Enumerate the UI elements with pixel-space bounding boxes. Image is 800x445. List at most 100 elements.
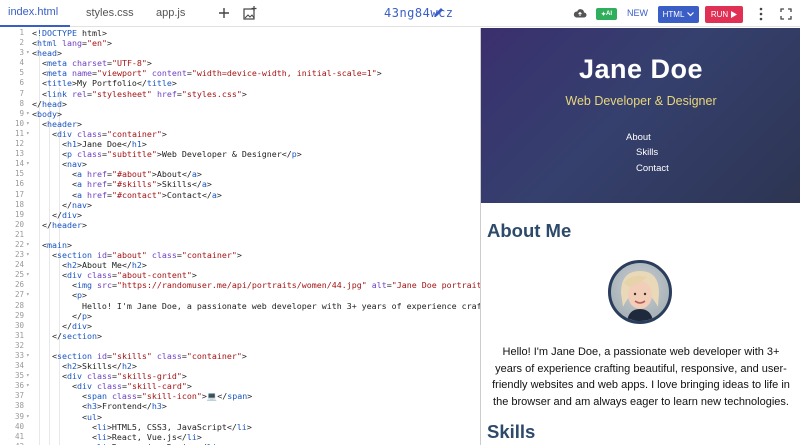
code-line[interactable]: 16 <a href="#skills">Skills</a> — [0, 179, 480, 189]
code-line[interactable]: 4 <meta charset="UTF-8"> — [0, 58, 480, 68]
code-text: <div class="about-content"> — [32, 270, 197, 281]
play-icon — [731, 11, 738, 18]
more-options-icon[interactable] — [758, 7, 764, 21]
code-line[interactable]: 34 <h2>Skills</h2> — [0, 361, 480, 371]
code-line[interactable]: 24 <h2>About Me</h2> — [0, 260, 480, 270]
nav-link-about[interactable]: About — [626, 132, 651, 143]
code-line[interactable]: 21 — [0, 230, 480, 240]
code-line[interactable]: 6 <title>My Portfolio</title> — [0, 78, 480, 88]
fold-toggle-icon[interactable]: ▾ — [26, 412, 30, 422]
code-line[interactable]: 31 </section> — [0, 331, 480, 341]
line-number: 7 — [19, 88, 24, 98]
new-button[interactable]: NEW — [627, 8, 648, 18]
fold-toggle-icon[interactable]: ▾ — [26, 381, 30, 391]
code-line[interactable]: 41 <li>React, Vue.js</li> — [0, 432, 480, 442]
code-line[interactable]: 14 ▾ <nav> — [0, 159, 480, 169]
language-select[interactable]: HTML — [658, 6, 699, 23]
code-editor[interactable]: 1 <!DOCTYPE html> 2 <html lang="en"> 3 ▾ <head… — [0, 28, 480, 445]
ai-button[interactable]: ✦ AI — [596, 8, 617, 20]
code-line[interactable]: 25 ▾ <div class="about-content"> — [0, 270, 480, 280]
code-line[interactable]: 36 ▾ <div class="skill-card"> — [0, 381, 480, 391]
line-number: 20 — [14, 219, 24, 229]
code-line[interactable]: 13 <p class="subtitle">Web Developer & D… — [0, 149, 480, 159]
add-image-button[interactable] — [238, 1, 262, 25]
code-line[interactable]: 28 Hello! I'm Jane Doe, a passionate web… — [0, 301, 480, 311]
pencil-icon[interactable] — [432, 5, 446, 19]
code-line[interactable]: 22 ▾ <main> — [0, 240, 480, 250]
code-line[interactable]: 38 <h3>Frontend</h3> — [0, 401, 480, 411]
line-number: 31 — [14, 330, 24, 340]
line-number: 33 — [14, 351, 24, 360]
code-line[interactable]: 10 ▾ <header> — [0, 119, 480, 129]
code-line[interactable]: 5 <meta name="viewport" content="width=d… — [0, 68, 480, 78]
fold-toggle-icon[interactable]: ▾ — [26, 109, 30, 119]
line-number: 22 — [14, 239, 24, 249]
code-line[interactable]: 3 ▾ <head> — [0, 48, 480, 58]
code-line[interactable]: 39 ▾ <ul> — [0, 412, 480, 422]
line-number: 16 — [14, 179, 24, 189]
fold-toggle-icon[interactable]: ▾ — [26, 290, 30, 300]
code-line[interactable]: 20 </header> — [0, 220, 480, 230]
code-line[interactable]: 1 <!DOCTYPE html> — [0, 28, 480, 38]
code-line[interactable]: 12 <h1>Jane Doe</h1> — [0, 139, 480, 149]
line-number: 41 — [14, 431, 24, 441]
fold-toggle-icon[interactable]: ▾ — [26, 250, 30, 260]
run-label: RUN — [710, 10, 729, 19]
line-number: 26 — [14, 280, 24, 290]
fold-toggle-icon[interactable]: ▾ — [26, 240, 30, 250]
nav-link-skills[interactable]: Skills — [636, 147, 658, 158]
code-line[interactable]: 26 <img src="https://randomuser.me/api/p… — [0, 280, 480, 290]
code-text: </head> — [32, 98, 67, 109]
code-line[interactable]: 17 <a href="#contact">Contact</a> — [0, 190, 480, 200]
code-line[interactable]: 33 ▾ <section id="skills" class="containe… — [0, 351, 480, 361]
code-line[interactable]: 37 <span class="skill-icon">💻</span> — [0, 391, 480, 401]
fold-toggle-icon[interactable]: ▾ — [26, 159, 30, 169]
code-text: </p> — [32, 310, 92, 321]
line-number: 25 — [14, 270, 24, 280]
fold-toggle-icon[interactable]: ▾ — [26, 129, 30, 139]
line-number: 36 — [14, 381, 24, 391]
code-line[interactable]: 8 </head> — [0, 99, 480, 109]
language-label: HTML — [662, 10, 685, 19]
fold-toggle-icon[interactable]: ▾ — [26, 371, 30, 381]
code-line[interactable]: 40 <li>HTML5, CSS3, JavaScript</li> — [0, 422, 480, 432]
run-button[interactable]: RUN — [705, 6, 743, 23]
code-text: <body> — [32, 108, 62, 119]
line-number: 39 — [14, 411, 24, 421]
code-line[interactable]: 11 ▾ <div class="container"> — [0, 129, 480, 139]
code-line[interactable]: 29 </p> — [0, 311, 480, 321]
code-line[interactable]: 7 <link rel="stylesheet" href="styles.cs… — [0, 89, 480, 99]
tab-styles-css[interactable]: styles.css — [70, 0, 148, 27]
fold-toggle-icon[interactable]: ▾ — [26, 270, 30, 280]
fold-toggle-icon[interactable]: ▾ — [26, 351, 30, 361]
code-line[interactable]: 32 — [0, 341, 480, 351]
code-line[interactable]: 27 ▾ <p> — [0, 290, 480, 300]
tab-app-js[interactable]: app.js — [148, 0, 208, 27]
code-text: <nav> — [32, 159, 87, 170]
line-number: 30 — [14, 320, 24, 330]
code-line[interactable]: 19 </div> — [0, 210, 480, 220]
code-line[interactable]: 15 <a href="#about">About</a> — [0, 169, 480, 179]
line-number: 4 — [19, 58, 24, 68]
add-tab-button[interactable] — [212, 1, 236, 25]
code-text: <meta name="viewport" content="width=dev… — [32, 68, 382, 79]
code-line[interactable]: 9 ▾ <body> — [0, 109, 480, 119]
code-line[interactable]: 18 </nav> — [0, 200, 480, 210]
preview-pane[interactable]: Jane Doe Web Developer & Designer About … — [480, 28, 800, 445]
code-line[interactable]: 35 ▾ <div class="skills-grid"> — [0, 371, 480, 381]
cloud-upload-icon[interactable] — [573, 7, 587, 19]
line-number: 11 — [14, 128, 24, 138]
code-line[interactable]: 2 <html lang="en"> — [0, 38, 480, 48]
code-line[interactable]: 23 ▾ <section id="about" class="container… — [0, 250, 480, 260]
nav-link-contact[interactable]: Contact — [636, 163, 669, 174]
about-heading: About Me — [487, 220, 572, 241]
line-number: 3 — [19, 48, 24, 58]
line-number: 27 — [14, 290, 24, 300]
fullscreen-icon[interactable] — [780, 8, 792, 20]
code-line[interactable]: 30 </div> — [0, 321, 480, 331]
fold-toggle-icon[interactable]: ▾ — [26, 119, 30, 129]
line-number: 23 — [14, 250, 24, 260]
tab-index-html[interactable]: index.html — [0, 0, 70, 27]
fold-toggle-icon[interactable]: ▾ — [26, 48, 30, 58]
code-text: <h2>Skills</h2> — [32, 361, 137, 372]
